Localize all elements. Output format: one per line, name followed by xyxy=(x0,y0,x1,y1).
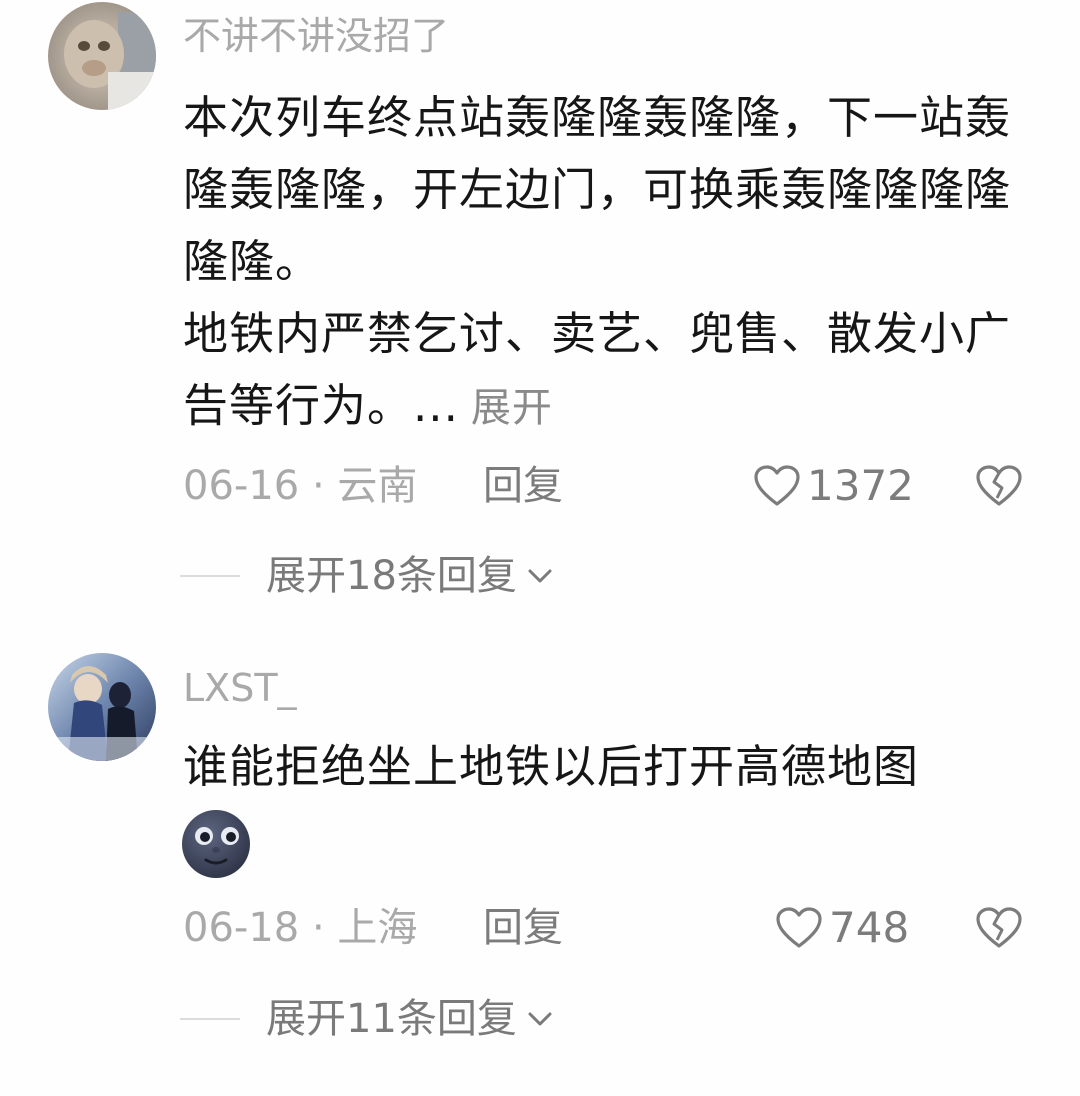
comment-paragraph: 地铁内严禁乞讨、卖艺、兜售、散发小广告等行为。... 展开 xyxy=(183,298,1013,444)
expand-replies-button[interactable]: 展开18条回复 xyxy=(180,551,555,601)
expand-replies-button[interactable]: 展开11条回复 xyxy=(180,994,555,1044)
reply-button[interactable]: 回复 xyxy=(483,462,563,510)
date-location: 06-18 · 上海 xyxy=(183,905,418,951)
heart-outline-icon xyxy=(754,465,800,506)
expand-replies-label: 展开18条回复 xyxy=(266,553,517,599)
comment-paragraph: 本次列车终点站轰隆隆轰隆隆，下一站轰隆轰隆隆，开左边门，可换乘轰隆隆隆隆隆隆。 xyxy=(183,91,1012,288)
divider-line xyxy=(180,575,240,577)
comment-paragraph: 谁能拒绝坐上地铁以后打开高德地图 xyxy=(183,740,920,793)
dislike-button[interactable] xyxy=(975,904,1023,952)
broken-heart-icon xyxy=(976,907,1022,948)
heart-outline-icon xyxy=(776,907,822,948)
chevron-down-icon xyxy=(528,569,552,583)
like-count: 1372 xyxy=(807,461,914,510)
broken-heart-icon xyxy=(976,465,1022,506)
chevron-down-icon xyxy=(528,1012,552,1026)
like-count: 748 xyxy=(829,903,910,952)
username[interactable]: LXST_ xyxy=(183,666,297,710)
divider-line xyxy=(180,1018,240,1020)
reply-button[interactable]: 回复 xyxy=(483,904,563,952)
like-button[interactable]: 748 xyxy=(775,904,909,952)
comment-paragraph-text: 地铁内严禁乞讨、卖艺、兜售、散发小广告等行为。... xyxy=(183,307,1012,432)
comment-text: 本次列车终点站轰隆隆轰隆隆，下一站轰隆轰隆隆，开左边门，可换乘轰隆隆隆隆隆隆。 … xyxy=(183,82,1013,444)
expand-replies-label: 展开11条回复 xyxy=(266,996,517,1042)
date-location: 06-16 · 云南 xyxy=(183,463,418,509)
dislike-button[interactable] xyxy=(975,462,1023,510)
expand-text-button[interactable]: 展开 xyxy=(471,385,553,431)
avatar[interactable] xyxy=(48,2,156,110)
username[interactable]: 不讲不讲没招了 xyxy=(183,14,449,58)
comment-text: 谁能拒绝坐上地铁以后打开高德地图 xyxy=(183,731,1013,803)
like-button[interactable]: 1372 xyxy=(753,462,914,510)
new-moon-face-emoji xyxy=(180,808,252,880)
avatar[interactable] xyxy=(48,653,156,761)
